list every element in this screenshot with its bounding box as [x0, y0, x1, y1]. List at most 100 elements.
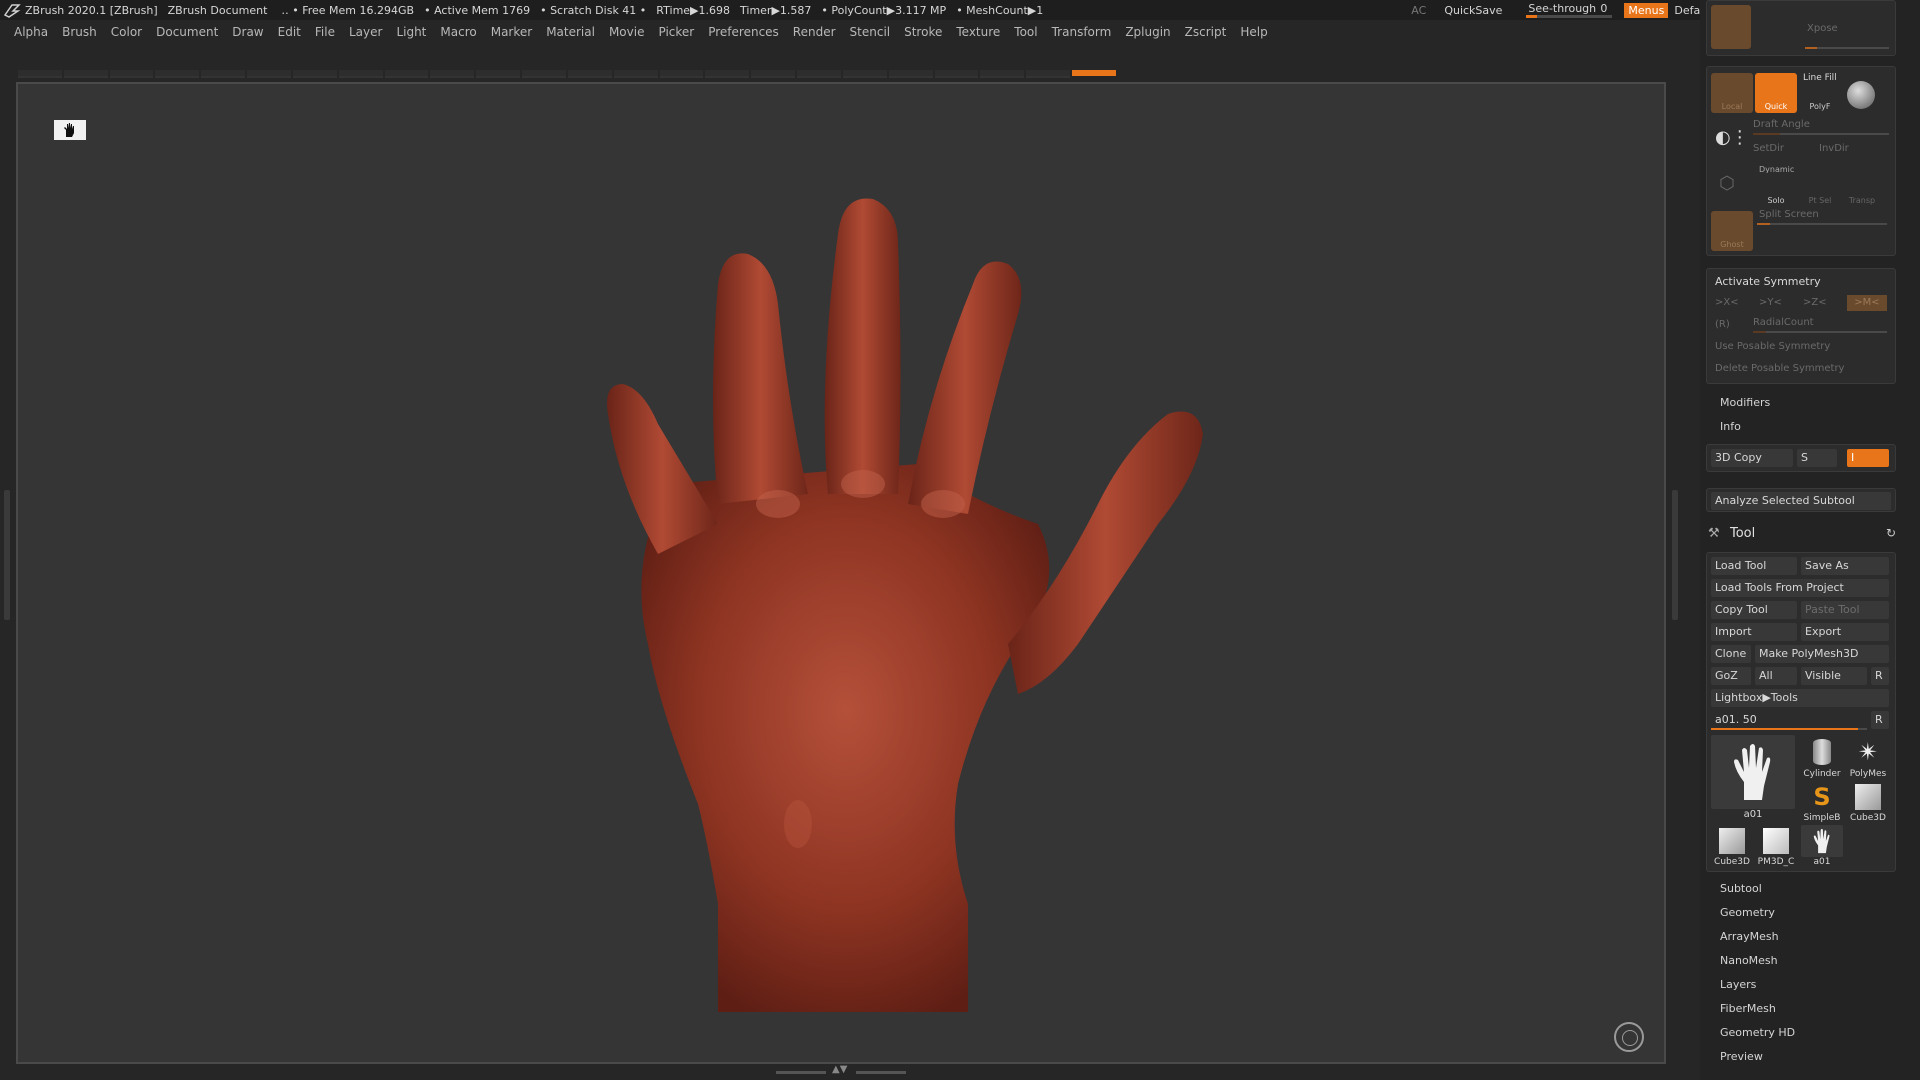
export-button[interactable]: Export — [1801, 623, 1889, 641]
ghost-button[interactable]: Ghost — [1711, 211, 1753, 251]
shelf-tab[interactable] — [292, 70, 337, 78]
menu-help[interactable]: Help — [1240, 25, 1267, 39]
menu-movie[interactable]: Movie — [609, 25, 645, 39]
sym-y-button[interactable]: >Y< — [1759, 297, 1782, 308]
subtool-section[interactable]: Subtool — [1720, 882, 1762, 895]
ac-label[interactable]: AC — [1411, 4, 1426, 17]
menu-render[interactable]: Render — [793, 25, 836, 39]
split-screen-label[interactable]: Split Screen — [1759, 209, 1819, 220]
quicksave-button[interactable]: QuickSave — [1444, 4, 1502, 17]
shelf-tab[interactable] — [842, 70, 887, 78]
shelf-tab[interactable] — [384, 70, 429, 78]
right-tray-grip[interactable] — [1672, 490, 1678, 620]
menu-layer[interactable]: Layer — [349, 25, 382, 39]
shelf-tab[interactable] — [797, 70, 841, 78]
menu-document[interactable]: Document — [156, 25, 218, 39]
menus-button[interactable]: Menus — [1624, 2, 1669, 18]
shelf-tab-active[interactable] — [1072, 70, 1116, 76]
shelf-tab[interactable] — [980, 70, 1025, 78]
goz-r-button[interactable]: R — [1871, 667, 1889, 685]
goz-visible-button[interactable]: Visible — [1801, 667, 1867, 685]
current-tool-slider[interactable]: a01. 50 — [1711, 711, 1867, 729]
refresh-icon[interactable]: ↻ — [1886, 526, 1896, 540]
xsym-icon[interactable] — [1711, 5, 1751, 49]
preview-section[interactable]: Preview — [1720, 1050, 1763, 1063]
sym-m-button[interactable]: >M< — [1847, 295, 1887, 311]
shelf-tab[interactable] — [18, 70, 62, 78]
menu-stroke[interactable]: Stroke — [904, 25, 942, 39]
sym-z-button[interactable]: >Z< — [1803, 297, 1827, 308]
copy3d-button[interactable]: 3D Copy — [1711, 449, 1793, 467]
simplebrush-icon[interactable]: S — [1801, 781, 1843, 813]
geometry-hd-section[interactable]: Geometry HD — [1720, 1026, 1795, 1039]
shelf-tab[interactable] — [430, 70, 475, 78]
menu-marker[interactable]: Marker — [491, 25, 532, 39]
cylinder-thumb-icon[interactable] — [1801, 735, 1843, 769]
gyro-icon[interactable] — [1614, 1022, 1644, 1052]
left-tray-grip[interactable] — [4, 490, 10, 620]
draft-angle-label[interactable]: Draft Angle — [1753, 119, 1810, 130]
import-button[interactable]: Import — [1711, 623, 1797, 641]
use-posable-symmetry-button[interactable]: Use Posable Symmetry — [1715, 341, 1830, 352]
clone-button[interactable]: Clone — [1711, 645, 1751, 663]
shelf-tab[interactable] — [201, 70, 246, 78]
arraymesh-section[interactable]: ArrayMesh — [1720, 930, 1779, 943]
make-polymesh3d-button[interactable]: Make PolyMesh3D — [1755, 645, 1889, 663]
menu-brush[interactable]: Brush — [62, 25, 97, 39]
load-tool-button[interactable]: Load Tool — [1711, 557, 1797, 575]
menu-preferences[interactable]: Preferences — [708, 25, 779, 39]
activate-symmetry-button[interactable]: Activate Symmetry — [1715, 275, 1821, 288]
goz-all-button[interactable]: All — [1755, 667, 1797, 685]
sym-r-button[interactable]: (R) — [1715, 319, 1730, 330]
paste-tool-button[interactable]: Paste Tool — [1801, 601, 1889, 619]
load-tools-from-project-button[interactable]: Load Tools From Project — [1711, 579, 1889, 597]
nanomesh-section[interactable]: NanoMesh — [1720, 954, 1778, 967]
lightbox-tools-button[interactable]: Lightbox▶Tools — [1711, 689, 1889, 707]
menu-transform[interactable]: Transform — [1052, 25, 1112, 39]
shelf-tab[interactable] — [751, 70, 796, 78]
sym-x-button[interactable]: >X< — [1715, 297, 1739, 308]
setdir-button[interactable]: SetDir — [1753, 143, 1784, 154]
tool-header[interactable]: ⚒ Tool ↻ — [1700, 524, 1910, 546]
delete-posable-symmetry-button[interactable]: Delete Posable Symmetry — [1715, 363, 1844, 374]
menu-texture[interactable]: Texture — [956, 25, 1000, 39]
menu-alpha[interactable]: Alpha — [14, 25, 48, 39]
cube-icon[interactable]: ⬡ — [1719, 173, 1735, 194]
material-sphere-icon[interactable] — [1847, 81, 1875, 109]
pt-sel-button[interactable]: Pt Sel — [1799, 173, 1841, 207]
fibermesh-section[interactable]: FiberMesh — [1720, 1002, 1776, 1015]
modifiers-section[interactable]: Modifiers — [1720, 396, 1770, 409]
shelf-tab[interactable] — [567, 70, 612, 78]
bottom-tray-grip[interactable]: ▲▼ — [776, 1064, 906, 1076]
document-canvas[interactable] — [16, 82, 1666, 1064]
current-tool-r-button[interactable]: R — [1871, 711, 1889, 729]
solo-button[interactable]: Solo — [1755, 173, 1797, 207]
xpose-label[interactable]: Xpose — [1807, 23, 1838, 34]
menu-draw[interactable]: Draw — [232, 25, 263, 39]
transp-button[interactable]: Transp — [1841, 173, 1883, 207]
tool-thumb-a01-large[interactable] — [1711, 735, 1795, 809]
menu-picker[interactable]: Picker — [658, 25, 694, 39]
layers-section[interactable]: Layers — [1720, 978, 1756, 991]
cube3d-thumb-icon-2[interactable] — [1711, 825, 1753, 857]
hand-model[interactable] — [18, 84, 1664, 1062]
menu-color[interactable]: Color — [111, 25, 142, 39]
a01-small-thumb-icon[interactable] — [1801, 825, 1843, 857]
menu-edit[interactable]: Edit — [278, 25, 301, 39]
pm3d-thumb-icon[interactable] — [1755, 825, 1797, 857]
see-through-slider[interactable]: See-through 0 — [1524, 1, 1614, 19]
xpose-small-icon[interactable] — [1755, 5, 1795, 49]
polymesh-star-icon[interactable]: ✴ — [1847, 735, 1889, 769]
menu-material[interactable]: Material — [546, 25, 595, 39]
cube3d-thumb-icon[interactable] — [1847, 781, 1889, 813]
menu-file[interactable]: File — [315, 25, 335, 39]
shelf-tab[interactable] — [1026, 70, 1071, 78]
geometry-section[interactable]: Geometry — [1720, 906, 1775, 919]
copy3d-s-button[interactable]: S — [1797, 449, 1837, 467]
copy3d-i-button[interactable]: I — [1847, 449, 1889, 467]
shelf-tab[interactable] — [888, 70, 933, 78]
goz-button[interactable]: GoZ — [1711, 667, 1751, 685]
shelf-tab[interactable] — [109, 70, 154, 78]
save-as-button[interactable]: Save As — [1801, 557, 1889, 575]
shelf-tab[interactable] — [705, 70, 750, 78]
